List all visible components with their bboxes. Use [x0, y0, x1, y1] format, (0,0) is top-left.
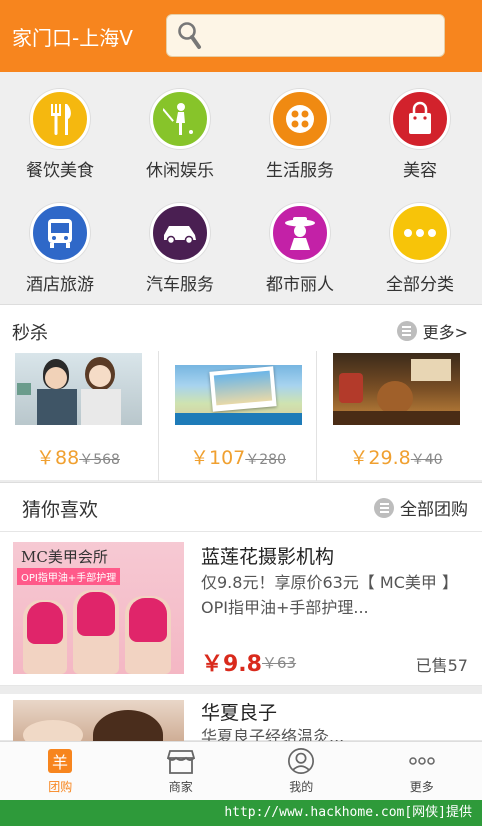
- list-icon: [396, 321, 417, 341]
- item-old-price: ￥63: [262, 654, 297, 672]
- more-label: 更多>: [422, 323, 468, 342]
- category-label: 餐饮美食: [26, 161, 94, 181]
- category-label: 生活服务: [266, 161, 334, 181]
- svg-text:羊: 羊: [52, 753, 68, 772]
- category-grid: 餐饮美食 休闲娱乐 生活服务 美容 酒店旅游 汽车服务 都市丽人 全部分类: [0, 72, 482, 304]
- golfer-icon: [150, 89, 210, 149]
- list-item[interactable]: MC美甲会所 OPI指甲油+手部护理 蓝莲花摄影机构 仅9.8元！享原价63元【…: [0, 532, 482, 686]
- lady-hat-icon: [270, 203, 330, 263]
- user-icon: [287, 747, 315, 775]
- tab-group-buy[interactable]: 羊 团购: [0, 742, 121, 800]
- category-label: 美容: [403, 161, 437, 181]
- list-item[interactable]: 华夏良子 华夏良子经络温灸...: [0, 686, 482, 749]
- category-city-beauty[interactable]: 都市丽人: [240, 186, 360, 296]
- category-food[interactable]: 餐饮美食: [0, 72, 120, 182]
- category-label: 汽车服务: [146, 275, 214, 295]
- all-group-buy-link[interactable]: 全部团购: [374, 495, 468, 520]
- deal-card[interactable]: ￥107￥280: [168, 353, 308, 475]
- car-icon: [150, 203, 210, 263]
- item-thumbnail: MC美甲会所 OPI指甲油+手部护理: [13, 542, 184, 674]
- deal-old-price: ￥568: [79, 452, 120, 468]
- more-dots-icon: [390, 203, 450, 263]
- flash-sale-section: 秒杀 更多> ￥88￥568 ￥107￥280 ￥29.8￥40: [0, 304, 482, 481]
- item-sold-count: 已售57: [415, 656, 468, 675]
- search-icon: [178, 21, 201, 49]
- deal-image: [332, 353, 460, 425]
- tab-mine[interactable]: 我的: [241, 742, 362, 800]
- category-beauty[interactable]: 美容: [360, 72, 480, 182]
- tab-label: 商家: [168, 780, 193, 794]
- more-dots-icon: [408, 747, 436, 775]
- deal-price: ￥29.8: [349, 447, 411, 469]
- list-icon: [374, 497, 394, 518]
- deal-price: ￥88: [36, 447, 80, 469]
- deal-old-price: ￥280: [245, 452, 286, 468]
- bus-icon: [30, 203, 90, 263]
- item-title: 华夏良子: [201, 702, 278, 724]
- thumb-caption: OPI指甲油+手部护理: [17, 568, 121, 585]
- tab-label: 我的: [289, 780, 314, 794]
- category-label: 全部分类: [386, 275, 454, 295]
- section-title: 秒杀: [12, 323, 48, 344]
- deal-image: [14, 353, 142, 425]
- deal-image: [174, 353, 302, 425]
- fork-knife-icon: [30, 89, 90, 149]
- top-bar: 家门口-上海V: [0, 0, 482, 72]
- item-title: 蓝莲花摄影机构: [201, 546, 335, 568]
- section-title: 猜你喜欢: [22, 499, 99, 521]
- tab-label: 团购: [48, 780, 73, 794]
- category-all[interactable]: 全部分类: [360, 186, 480, 296]
- tab-merchants[interactable]: 商家: [121, 742, 242, 800]
- item-description: 仅9.8元！享原价63元【 MC美甲 】OPI指甲油+手部护理...: [201, 573, 458, 617]
- category-label: 休闲娱乐: [146, 161, 214, 181]
- category-label: 酒店旅游: [26, 275, 94, 295]
- divider: [316, 351, 317, 481]
- deal-card[interactable]: ￥88￥568: [8, 353, 148, 475]
- item-price: ￥9.8: [201, 652, 262, 677]
- category-life-services[interactable]: 生活服务: [240, 72, 360, 182]
- watermark-bar: http://www.hackhome.com[网侠]提供: [0, 800, 482, 826]
- more-link[interactable]: 更多>: [396, 319, 468, 343]
- thumb-brand: MC美甲会所: [21, 548, 108, 566]
- deal-card[interactable]: ￥29.8￥40: [326, 353, 466, 475]
- city-selector[interactable]: 家门口-上海V: [12, 22, 162, 51]
- divider: [158, 351, 159, 481]
- deal-price: ￥107: [190, 447, 246, 469]
- recommend-header: 猜你喜欢 全部团购: [0, 482, 482, 532]
- group-buy-icon: 羊: [46, 747, 74, 775]
- store-icon: [166, 747, 195, 775]
- all-group-buy-label: 全部团购: [400, 500, 468, 520]
- search-input[interactable]: [166, 14, 445, 57]
- shopping-bag-icon: [390, 89, 450, 149]
- deal-old-price: ￥40: [410, 452, 443, 468]
- category-car-services[interactable]: 汽车服务: [120, 186, 240, 296]
- category-entertainment[interactable]: 休闲娱乐: [120, 72, 240, 182]
- category-hotel-travel[interactable]: 酒店旅游: [0, 186, 120, 296]
- bottom-nav: 羊 团购 商家 我的 更多: [0, 741, 482, 800]
- film-reel-icon: [270, 89, 330, 149]
- tab-more[interactable]: 更多: [362, 742, 482, 800]
- tab-label: 更多: [409, 780, 434, 794]
- category-label: 都市丽人: [266, 275, 334, 295]
